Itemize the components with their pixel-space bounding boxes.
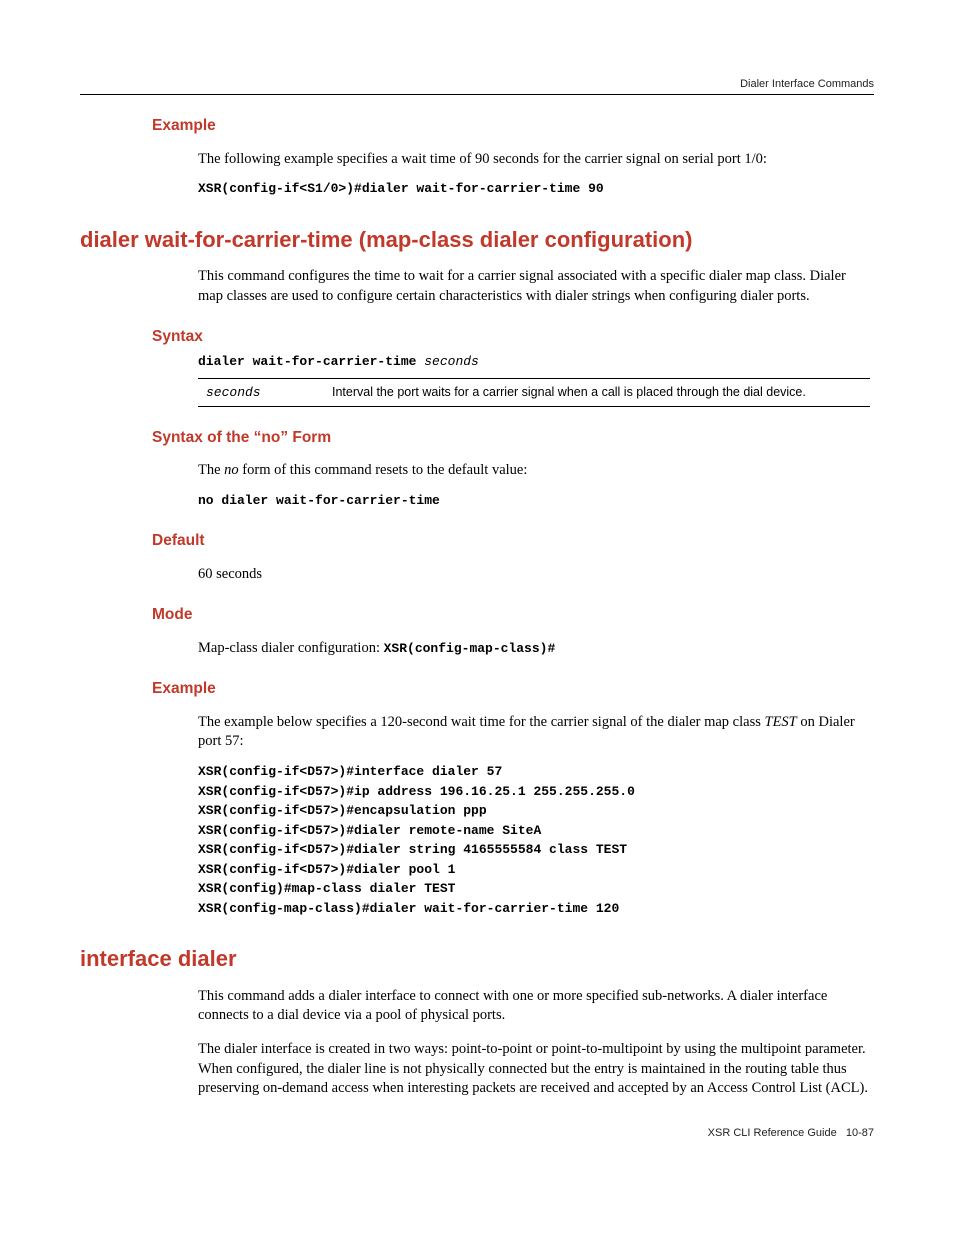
no-form-text-post: form of this command resets to the defau…: [239, 462, 528, 478]
table-row: seconds Interval the port waits for a ca…: [198, 378, 870, 406]
no-form-text-em: no: [224, 462, 239, 478]
command-p2: The dialer interface is created in two w…: [198, 1040, 870, 1099]
example-text-pre: The example below specifies a 120-second…: [198, 714, 765, 730]
example-code: XSR(config-if<S1/0>)#dialer wait-for-car…: [198, 179, 870, 199]
running-header: Dialer Interface Commands: [80, 78, 874, 90]
syntax-line: dialer wait-for-carrier-time seconds: [198, 352, 870, 372]
parameter-table: seconds Interval the port waits for a ca…: [198, 378, 870, 407]
syntax-arg: seconds: [424, 354, 479, 369]
example-heading: Example: [152, 680, 874, 698]
footer-page-number: 10-87: [846, 1127, 874, 1139]
mode-prompt: XSR(config-map-class)#: [384, 641, 556, 656]
page: Dialer Interface Commands Example The fo…: [0, 0, 954, 1179]
no-form-code: no dialer wait-for-carrier-time: [198, 491, 870, 511]
example-heading: Example: [152, 117, 874, 135]
example-text: The following example specifies a wait t…: [198, 150, 870, 170]
command-title: interface dialer: [80, 946, 874, 972]
default-heading: Default: [152, 532, 874, 550]
param-desc: Interval the port waits for a carrier si…: [324, 378, 870, 406]
mode-heading: Mode: [152, 606, 874, 624]
default-value: 60 seconds: [198, 565, 870, 585]
command-p1: This command adds a dialer interface to …: [198, 987, 870, 1026]
mode-text-pre: Map-class dialer configuration:: [198, 640, 384, 656]
syntax-heading: Syntax: [152, 328, 874, 346]
no-form-text-pre: The: [198, 462, 224, 478]
footer-doc-title: XSR CLI Reference Guide: [708, 1127, 837, 1139]
example-code-block: XSR(config-if<D57>)#interface dialer 57 …: [198, 762, 870, 918]
example-text-em: TEST: [765, 714, 797, 730]
page-footer: XSR CLI Reference Guide 10-87: [80, 1127, 874, 1139]
header-rule: [80, 94, 874, 95]
command-title: dialer wait-for-carrier-time (map-class …: [80, 227, 874, 253]
example-text: The example below specifies a 120-second…: [198, 713, 870, 752]
command-intro: This command configures the time to wait…: [198, 267, 870, 306]
mode-text: Map-class dialer configuration: XSR(conf…: [198, 639, 870, 659]
syntax-cmd: dialer wait-for-carrier-time: [198, 354, 424, 369]
no-form-text: The no form of this command resets to th…: [198, 461, 870, 481]
param-name: seconds: [198, 378, 324, 406]
no-form-heading: Syntax of the “no” Form: [152, 429, 874, 447]
